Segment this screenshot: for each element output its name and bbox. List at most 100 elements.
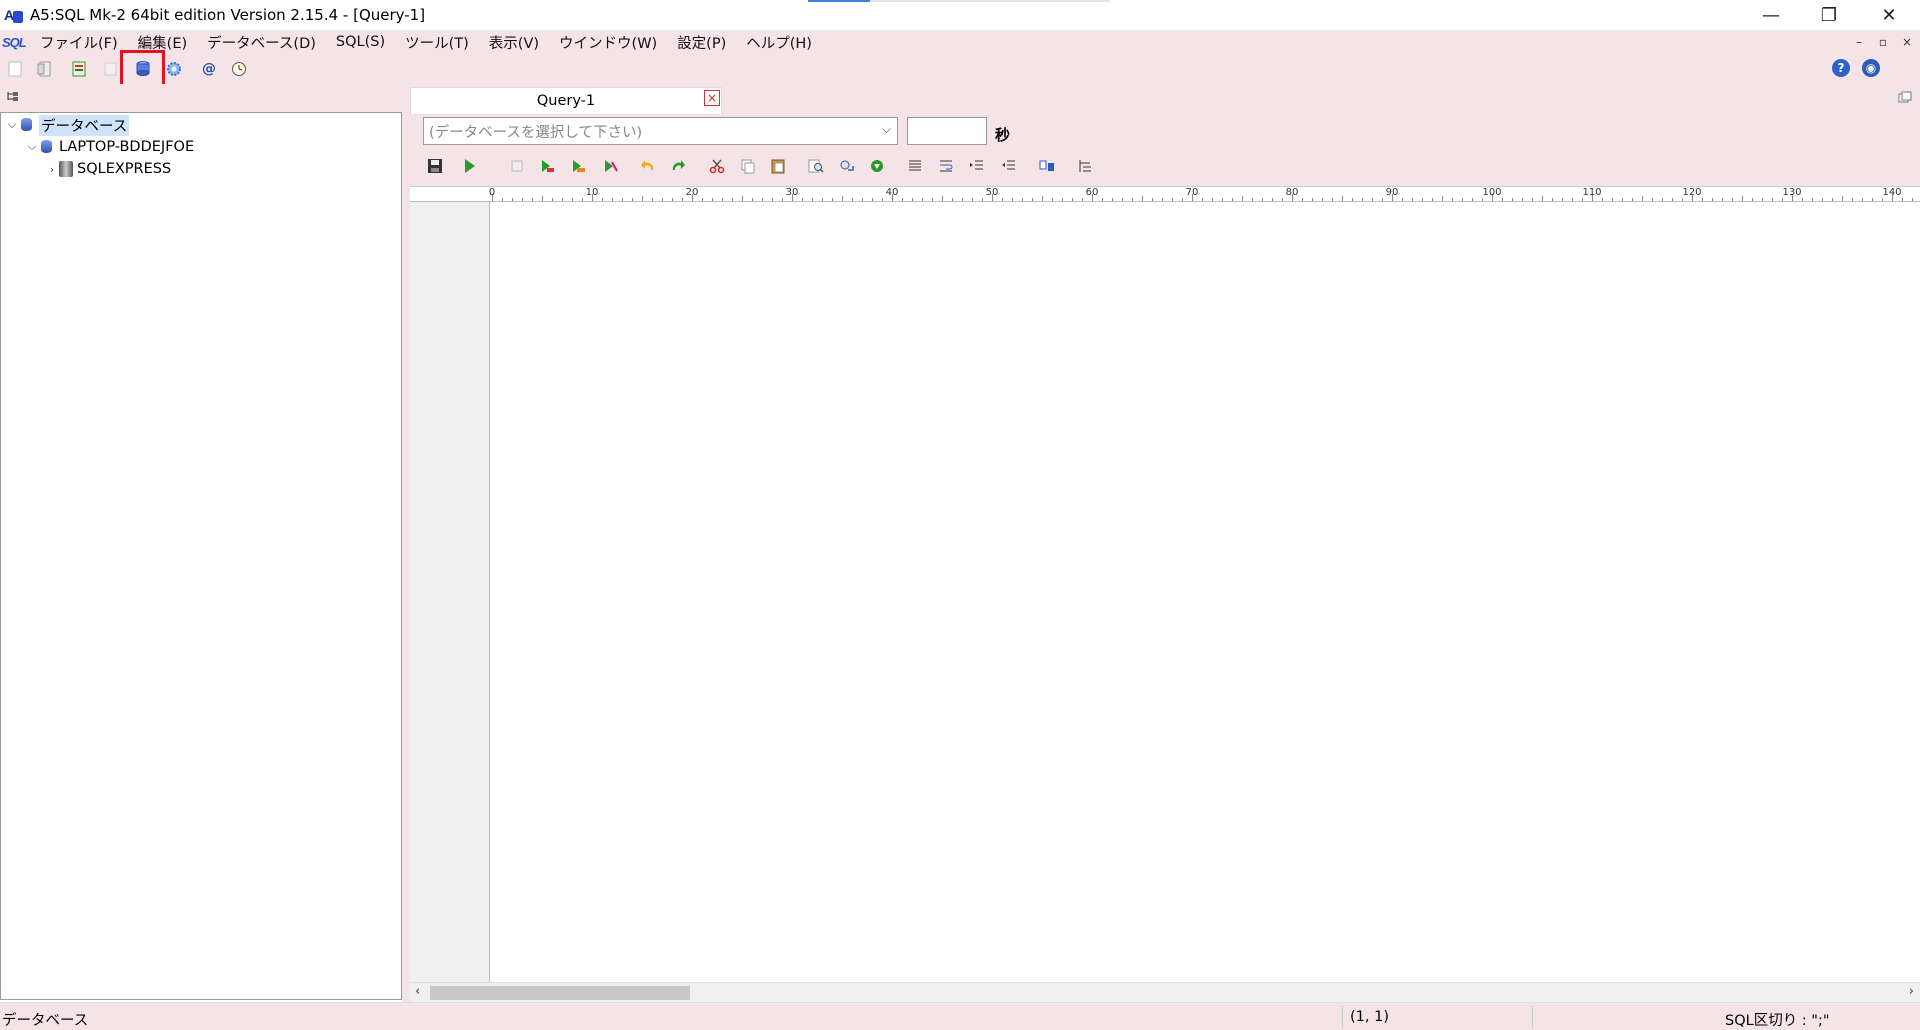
help-icon[interactable]: ? [1832,59,1850,77]
scroll-thumb[interactable] [430,986,690,1000]
paste-icon[interactable] [768,156,788,176]
ruler-tick [1022,198,1023,201]
ruler-tick [1002,198,1003,201]
app-logo-icon: A [4,5,24,25]
outdent-icon[interactable] [999,156,1019,176]
at-sign-icon[interactable]: @ [198,58,220,80]
menu-help[interactable]: ヘルプ(H) [736,32,822,53]
mdi-close-button[interactable]: × [1894,30,1920,54]
ruler-tick [572,198,573,201]
undo-icon[interactable] [638,156,658,176]
status-context: データベース [2,1013,89,1029]
word-wrap-icon[interactable] [936,156,956,176]
close-button[interactable]: ✕ [1860,0,1918,30]
ruler-tick [1622,198,1623,201]
tree-view-icon[interactable] [6,90,20,105]
ruler-tick [852,198,853,201]
menu-database[interactable]: データベース(D) [197,32,326,53]
scroll-right-icon[interactable]: › [1909,984,1914,999]
copy-disabled-icon[interactable] [100,58,122,80]
ruler-tick [752,198,753,201]
ruler-tick [1682,198,1683,201]
ruler-tick [532,198,533,201]
ruler-tick [1462,198,1463,201]
ruler-tick [762,198,763,201]
panel-splitter[interactable] [402,84,410,1002]
indent-icon[interactable] [967,156,987,176]
ruler-tick [742,196,743,201]
mdi-restore-button[interactable]: ▫ [1870,30,1896,54]
save-icon[interactable] [425,156,445,176]
restore-button[interactable]: ❐ [1800,0,1858,30]
run-dropdown-icon[interactable] [462,156,482,176]
new-icon[interactable] [4,58,26,80]
horizontal-scrollbar[interactable]: ‹ › [410,982,1920,1002]
find-next-icon[interactable] [867,156,887,176]
ruler-tick [812,198,813,201]
tab-list-icon[interactable] [1898,91,1912,106]
scroll-left-icon[interactable]: ‹ [415,984,420,999]
stop-disabled-icon[interactable] [507,156,527,176]
timeout-seconds-input[interactable] [907,117,987,145]
run-to-cursor-icon[interactable] [600,156,620,176]
mdi-minimize-button[interactable]: – [1846,30,1872,54]
ruler-label: 110 [1582,187,1602,198]
tab-query-1[interactable]: Query-1 [410,87,722,114]
ruler-tick [1072,198,1073,201]
ruler-label: 90 [1385,187,1399,198]
ruler-tick [1912,198,1913,201]
open-icon[interactable] [34,58,56,80]
copy-icon[interactable] [738,156,758,176]
replace-icon[interactable] [837,156,857,176]
ruler-tick [1422,198,1423,201]
clock-icon[interactable] [228,58,250,80]
ruler-tick [1702,198,1703,201]
ruler-label: 20 [685,187,699,198]
chevron-right-icon[interactable]: › [45,163,59,176]
tree-node-server[interactable]: ⌵ LAPTOP-BDDEJFOE [25,137,194,157]
tree-node-root[interactable]: ⌵ データベース [5,114,130,136]
chevron-down-icon[interactable]: ⌵ [25,140,39,154]
database-tree[interactable]: ⌵ データベース ⌵ LAPTOP-BDDEJFOE › SQLEXPRESS [0,112,402,1000]
minimize-button[interactable]: — [1742,0,1800,30]
ruler-tick [1862,198,1863,201]
ruler-tick [1442,196,1443,201]
web-globe-icon[interactable]: ◉ [1862,59,1880,77]
menu-view[interactable]: 表示(V) [479,32,549,53]
menu-file[interactable]: ファイル(F) [30,32,128,53]
chevron-down-icon[interactable]: ⌵ [5,118,19,132]
cut-icon[interactable] [707,156,727,176]
align-lines-icon[interactable] [905,156,925,176]
tree-panel-header [0,84,405,112]
ruler-tick [942,196,943,201]
ruler-tick [1302,198,1303,201]
ruler-tick [1602,198,1603,201]
ruler-tick [1222,198,1223,201]
tree-node-instance[interactable]: › SQLEXPRESS [45,159,171,179]
settings-gear-icon[interactable] [163,58,185,80]
menu-window[interactable]: ウインドウ(W) [549,32,667,53]
outline-tree-icon[interactable] [1075,156,1095,176]
ruler-tick [632,198,633,201]
ruler-tick [1182,198,1183,201]
ruler-tick [902,198,903,201]
ruler-tick [1262,198,1263,201]
menu-sql[interactable]: SQL(S) [326,34,395,50]
format-sql-icon[interactable] [1037,156,1057,176]
close-tab-icon[interactable]: × [704,90,720,106]
ruler-tick [1672,198,1673,201]
database-select[interactable]: (データベースを選択して下さい) ⌵ [423,117,898,145]
ruler-tick [1232,198,1233,201]
run-csv-icon[interactable] [568,156,588,176]
ruler-tick [1762,198,1763,201]
export-icon[interactable] [68,58,90,80]
ruler-tick [702,198,703,201]
find-icon[interactable] [806,156,826,176]
menu-settings[interactable]: 設定(P) [667,32,736,53]
ruler-label: 120 [1682,187,1702,198]
redo-icon[interactable] [668,156,688,176]
sql-editor[interactable] [491,202,1920,982]
run-statement-icon[interactable] [537,156,557,176]
menu-tools[interactable]: ツール(T) [395,32,479,53]
ruler-tick [602,198,603,201]
